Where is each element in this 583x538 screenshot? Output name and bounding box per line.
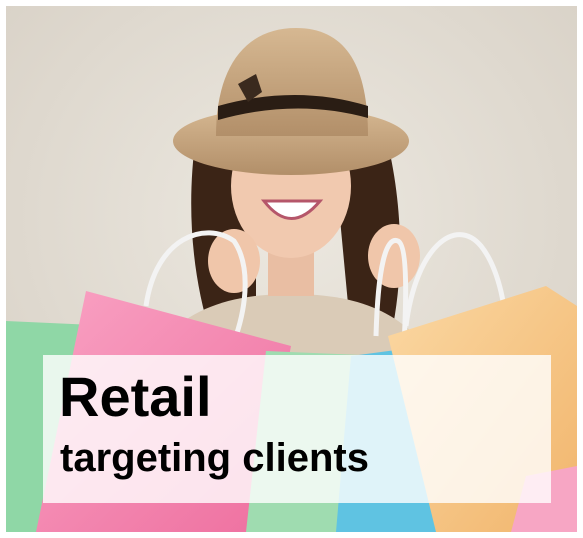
- caption-subtitle: targeting clients: [60, 436, 369, 480]
- caption-title: Retail: [59, 365, 212, 428]
- right-hand: [368, 224, 420, 288]
